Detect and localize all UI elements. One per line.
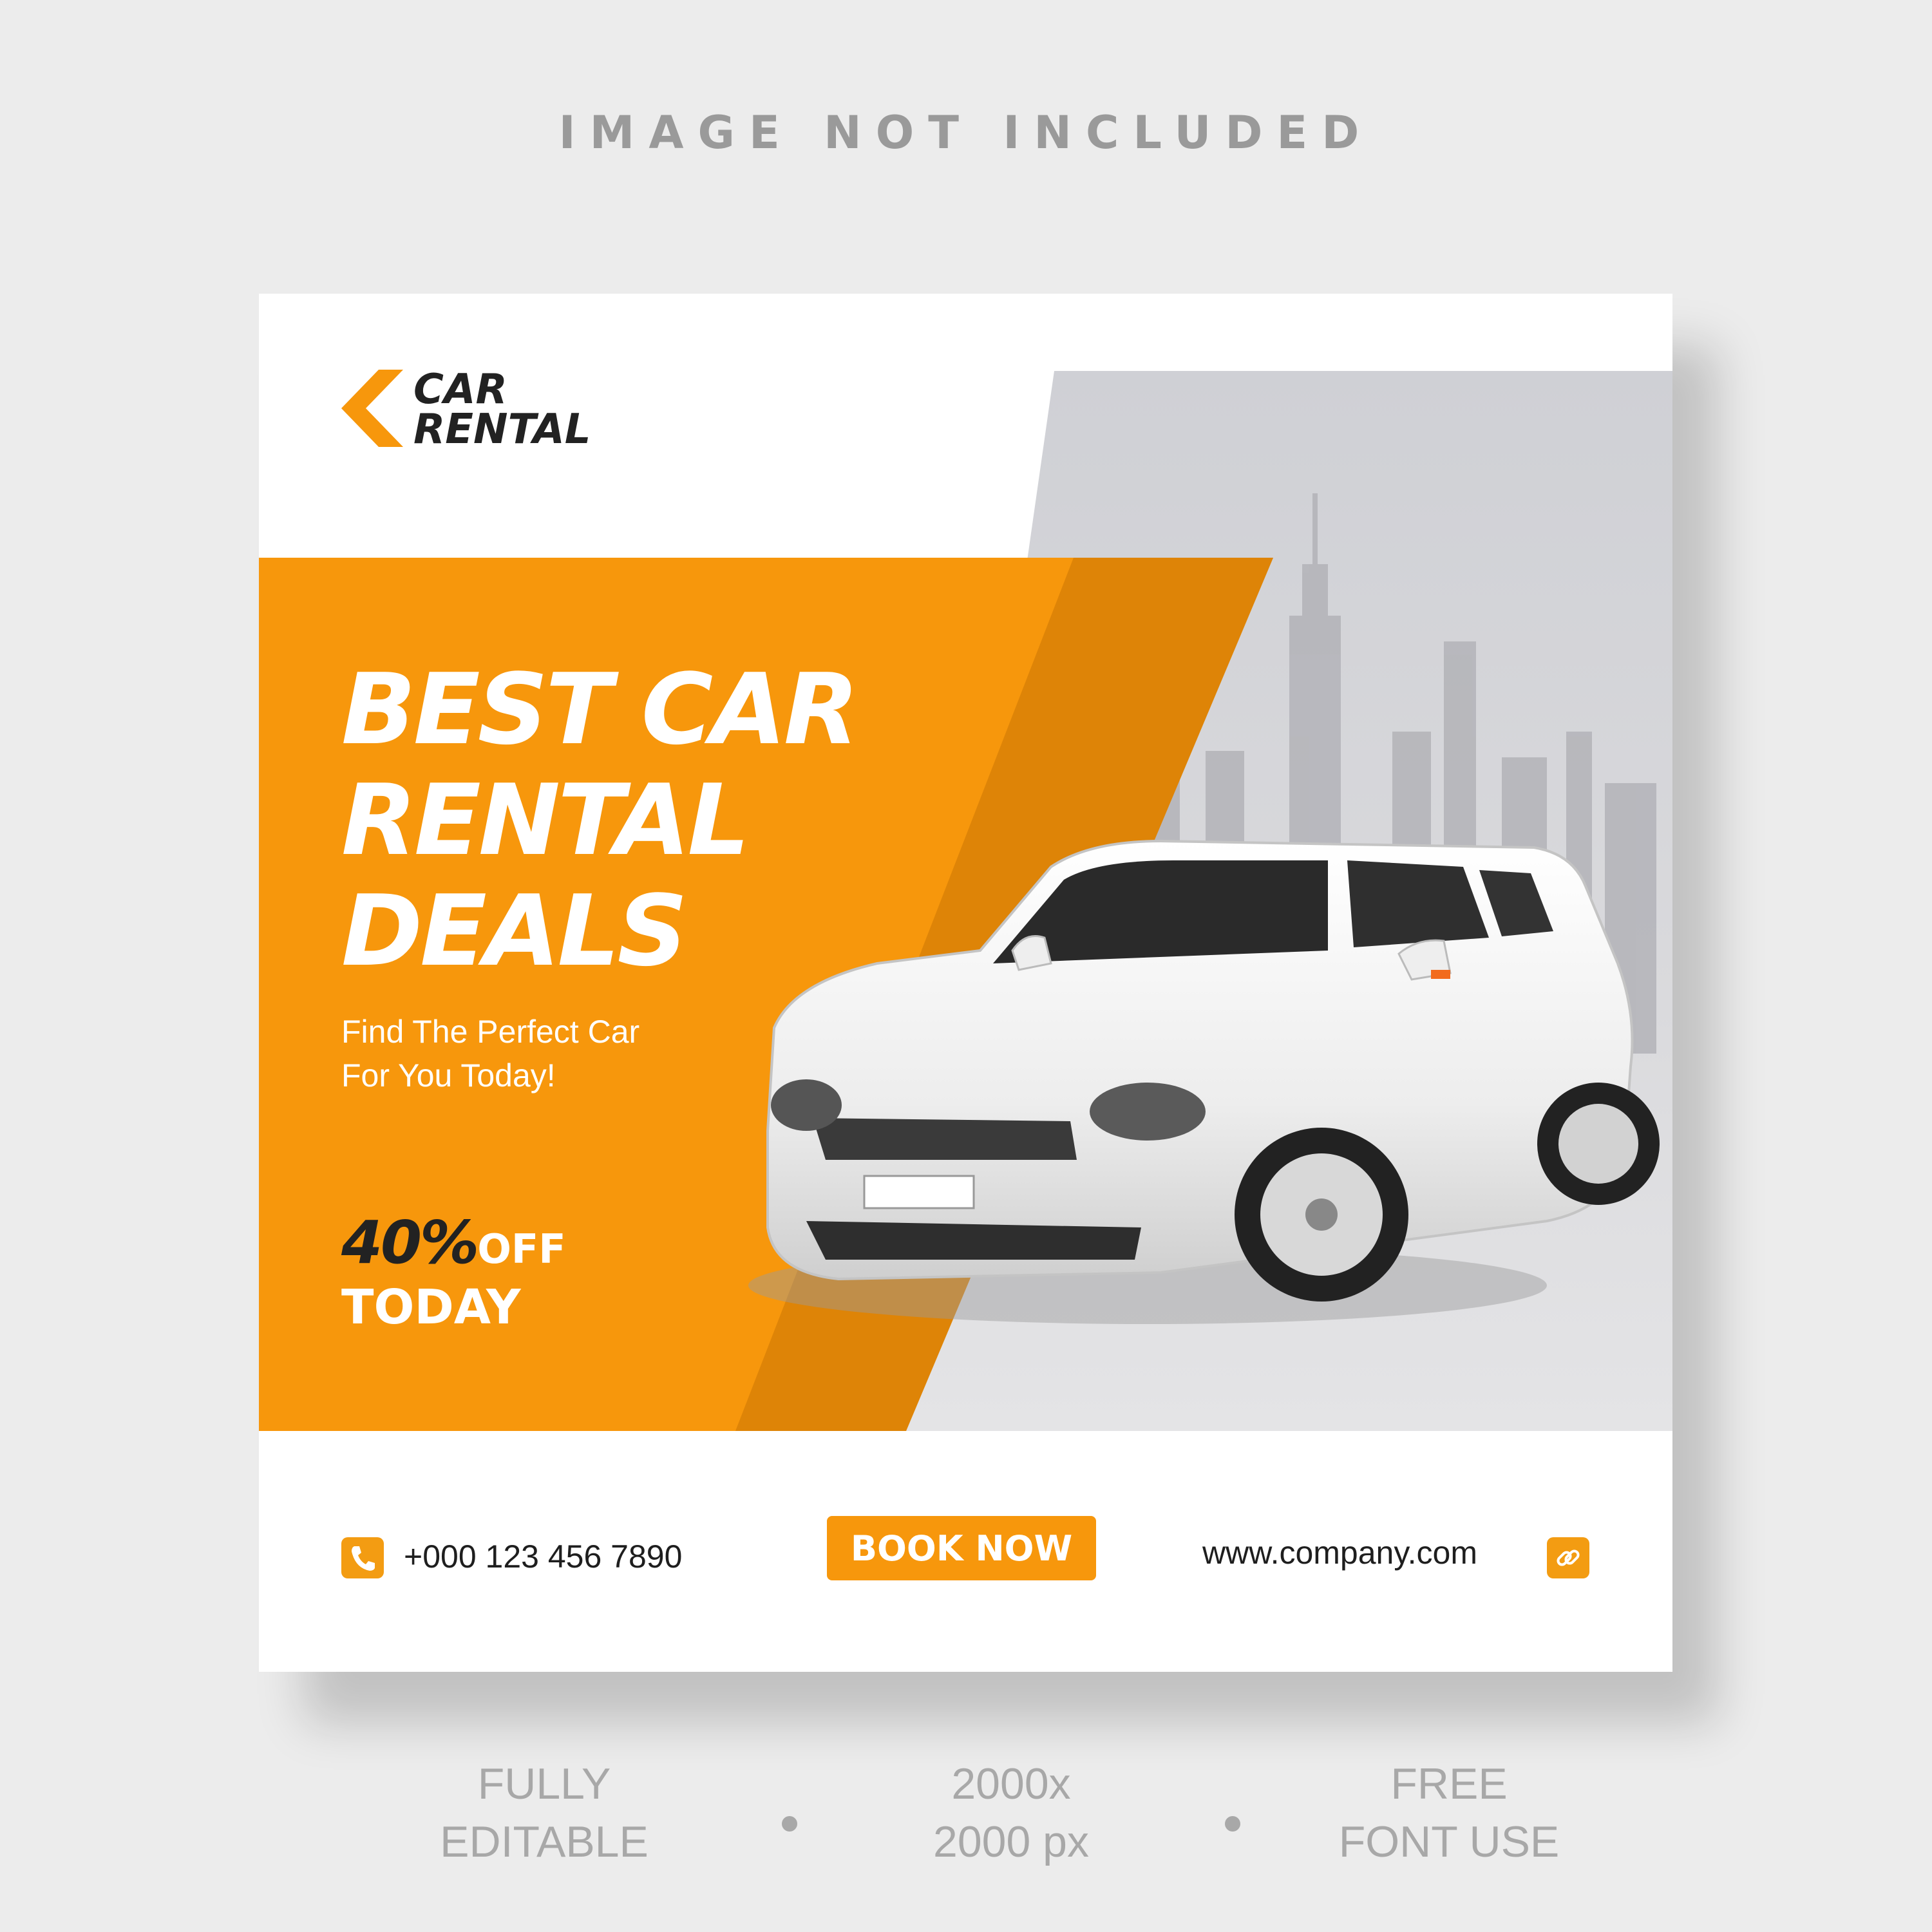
footer-free-font: FREE FONT USE (1314, 1755, 1584, 1871)
headline: BEST CAR RENTAL DEALS (341, 654, 985, 987)
footer-item-1-line-2: EDITABLE (440, 1817, 649, 1866)
phone-number[interactable]: +000 123 456 7890 (404, 1538, 682, 1575)
subtitle-line-1: Find The Perfect Car (341, 1014, 640, 1050)
footer-fully-editable: FULLY EDITABLE (415, 1755, 673, 1871)
footer-item-2-line-2: 2000 px (933, 1817, 1089, 1866)
phone-icon (341, 1537, 384, 1578)
brand-name: CAR RENTAL (413, 366, 591, 453)
footer-item-3-line-2: FONT USE (1338, 1817, 1560, 1866)
footer-item-3-line-1: FREE (1390, 1759, 1508, 1808)
discount-today: TODAY (341, 1280, 521, 1335)
contact-bar: +000 123 456 7890 BOOK NOW www.company.c… (259, 1431, 1672, 1672)
subtitle-line-2: For You Today! (341, 1057, 556, 1094)
footer-dot-2 (1225, 1816, 1240, 1832)
footer-item-1-line-1: FULLY (477, 1759, 611, 1808)
brand-logo (341, 370, 403, 450)
ad-card: CAR RENTAL BEST CAR RENTAL DEALS Find Th… (259, 294, 1672, 1672)
link-icon (1547, 1537, 1589, 1578)
top-note: IMAGE NOT INCLUDED (558, 106, 1374, 159)
discount-percent: 40% (341, 1208, 479, 1277)
footer-dimensions: 2000x 2000 px (882, 1755, 1140, 1871)
chevron-left-icon (341, 370, 403, 447)
subtitle: Find The Perfect Car For You Today! (341, 1010, 792, 1097)
discount-badge: 40%OFF TODAY (341, 1208, 566, 1335)
footer-dot-1 (782, 1816, 797, 1832)
discount-off: OFF (477, 1226, 566, 1273)
headline-line-2: RENTAL (341, 763, 750, 877)
footer-item-2-line-1: 2000x (951, 1759, 1071, 1808)
website-link[interactable]: www.company.com (1202, 1534, 1477, 1571)
headline-line-1: BEST CAR (341, 652, 859, 766)
brand-line-2: RENTAL (413, 406, 591, 453)
book-now-button[interactable]: BOOK NOW (827, 1516, 1096, 1580)
brand-line-1: CAR (413, 366, 507, 413)
headline-line-3: DEALS (341, 874, 688, 988)
